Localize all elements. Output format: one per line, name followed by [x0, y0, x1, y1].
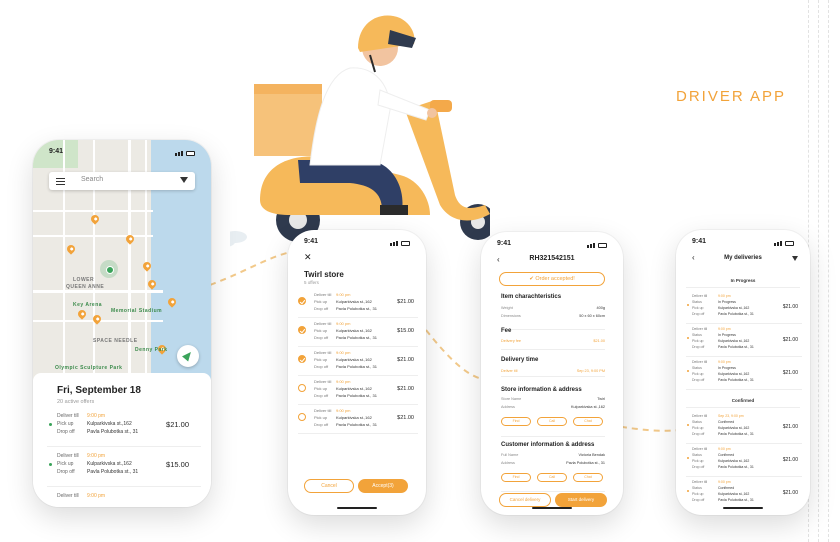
map-label: SPACE NEEDLE	[93, 338, 138, 344]
find-customer-button[interactable]: Find	[501, 473, 531, 482]
offer-price: $21.00	[397, 299, 414, 305]
filter-icon[interactable]	[180, 177, 188, 183]
courier-scooter-illustration	[230, 15, 490, 247]
phone-offers-screen: 9:41 ✕ Twirl store 5 offers Deliver till…	[288, 230, 426, 515]
navigate-button[interactable]	[177, 345, 199, 367]
menu-icon[interactable]	[56, 178, 65, 185]
active-offers-count: 20 active offers	[57, 399, 95, 405]
order-row[interactable]: Deliver till 9:00 pm Pick up Kulparkivsk…	[47, 409, 201, 447]
clock: 9:41	[49, 148, 64, 155]
offer-pin[interactable]	[76, 308, 88, 320]
delivery-price: $21.00	[782, 424, 798, 430]
brand-title: DRIVER APP	[676, 88, 787, 105]
status-bar: 9:41	[304, 238, 412, 248]
offer-checkbox[interactable]	[298, 297, 306, 305]
customer-section: Customer information & address	[501, 442, 605, 492]
delivery-price: $21.00	[782, 490, 798, 496]
delivery-price: $21.00	[782, 370, 798, 376]
order-row[interactable]: Deliver till 9:00 pm	[47, 489, 201, 507]
delivery-price: $21.00	[782, 337, 798, 343]
offer-checkbox[interactable]	[298, 413, 306, 421]
offer-price: $15.00	[397, 328, 414, 334]
city-map[interactable]: 9:41 Search LOWER QUEEN ANNE Memorial St…	[33, 140, 211, 380]
map-label: Memorial Stadium	[111, 308, 163, 314]
delivery-row[interactable]: Deliver till Sep 23, 9:00 pm Status Confir…	[686, 412, 802, 444]
offers-count: 5 offers	[304, 280, 319, 285]
store-title: Twirl store	[304, 270, 344, 279]
store-section: Store information & address	[501, 387, 605, 437]
call-store-button[interactable]: Call	[537, 417, 567, 426]
group-in-progress: In Progress	[730, 278, 756, 283]
order-price: $15.00	[166, 460, 189, 469]
map-label: Olympic Sculpture Park	[55, 365, 123, 371]
call-customer-button[interactable]: Call	[537, 473, 567, 482]
delivery-row[interactable]: Deliver till 9:00 pm Status Confirmed Pick…	[686, 445, 802, 477]
find-store-button[interactable]: Find	[501, 417, 531, 426]
map-label: QUEEN ANNE	[66, 284, 105, 290]
page-title: My deliveries	[724, 255, 762, 261]
group-confirmed: Confirmed	[731, 398, 755, 403]
cancel-button[interactable]: Cancel	[304, 479, 354, 493]
chat-store-button[interactable]: Chat	[573, 417, 603, 426]
offers-sheet: Fri, September 18 20 active offers Deliv…	[33, 373, 211, 507]
delivery-row[interactable]: Deliver till 9:00 pm Status In Progress Pi…	[686, 325, 802, 357]
clock: 9:41	[304, 238, 319, 245]
offer-row[interactable]: Deliver till 9:00 pm Pick up Kulparkivska …	[298, 290, 418, 318]
cancel-delivery-button[interactable]: Cancel delivery	[499, 493, 551, 507]
phone-order-detail-screen: 9:41 ‹ RH321542151 ✔ Order accepted! Ite…	[481, 232, 623, 515]
item-section: Item charachteristics	[501, 294, 605, 330]
search-input[interactable]: Search	[81, 176, 103, 183]
status-bar: 9:41	[49, 148, 197, 158]
order-price: $21.00	[166, 420, 189, 429]
offer-row[interactable]: Deliver till 9:00 pm Pick up Kulparkivska …	[298, 377, 418, 405]
map-search-bar[interactable]: Search	[49, 172, 195, 190]
phone-map-screen: 9:41 Search LOWER QUEEN ANNE Memorial St…	[33, 140, 211, 507]
current-location-marker	[100, 260, 118, 278]
order-id: RH321542151	[529, 255, 575, 262]
offer-row[interactable]: Deliver till 9:00 pm Pick up Kulparkivska …	[298, 319, 418, 347]
status-bar: 9:41	[497, 240, 609, 250]
delivery-row[interactable]: Deliver till 9:00 pm Status In Progress Pi…	[686, 292, 802, 324]
clock: 9:41	[692, 238, 707, 245]
delivery-price: $21.00	[782, 457, 798, 463]
phone-my-deliveries-screen: 9:41 ‹ My deliveries In Progress Deliver…	[676, 230, 810, 515]
chat-customer-button[interactable]: Chat	[573, 473, 603, 482]
offer-row[interactable]: Deliver till 9:00 pm Pick up Kulparkivska …	[298, 406, 418, 434]
offer-checkbox[interactable]	[298, 355, 306, 363]
offer-pin[interactable]	[89, 213, 101, 225]
close-icon[interactable]: ✕	[304, 252, 312, 263]
order-row[interactable]: Deliver till 9:00 pm Pick up Kulparkivsk…	[47, 449, 201, 487]
map-label: Key Arena	[73, 302, 103, 308]
clock: 9:41	[497, 240, 512, 247]
date-title: Fri, September 18	[57, 385, 141, 396]
offer-price: $21.00	[397, 415, 414, 421]
delivery-row[interactable]: Deliver till 9:00 pm Status Confirmed Pick…	[686, 478, 802, 510]
filter-icon[interactable]	[792, 256, 798, 261]
offer-pin[interactable]	[65, 243, 77, 255]
start-delivery-button[interactable]: Start delivery	[555, 493, 607, 507]
accept-button[interactable]: Accept(3)	[358, 479, 408, 493]
map-label: Denny Park	[135, 347, 168, 353]
offer-checkbox[interactable]	[298, 326, 306, 334]
offer-checkbox[interactable]	[298, 384, 306, 392]
offer-row[interactable]: Deliver till 9:00 pm Pick up Kulparkivska …	[298, 348, 418, 376]
offer-price: $21.00	[397, 386, 414, 392]
delivery-row[interactable]: Deliver till 9:00 pm Status In Progress Pi…	[686, 358, 802, 390]
order-accepted-badge: ✔ Order accepted!	[499, 272, 605, 286]
map-label: LOWER	[73, 277, 95, 283]
delivery-price: $21.00	[782, 304, 798, 310]
offer-price: $21.00	[397, 357, 414, 363]
status-bar: 9:41	[692, 238, 796, 248]
